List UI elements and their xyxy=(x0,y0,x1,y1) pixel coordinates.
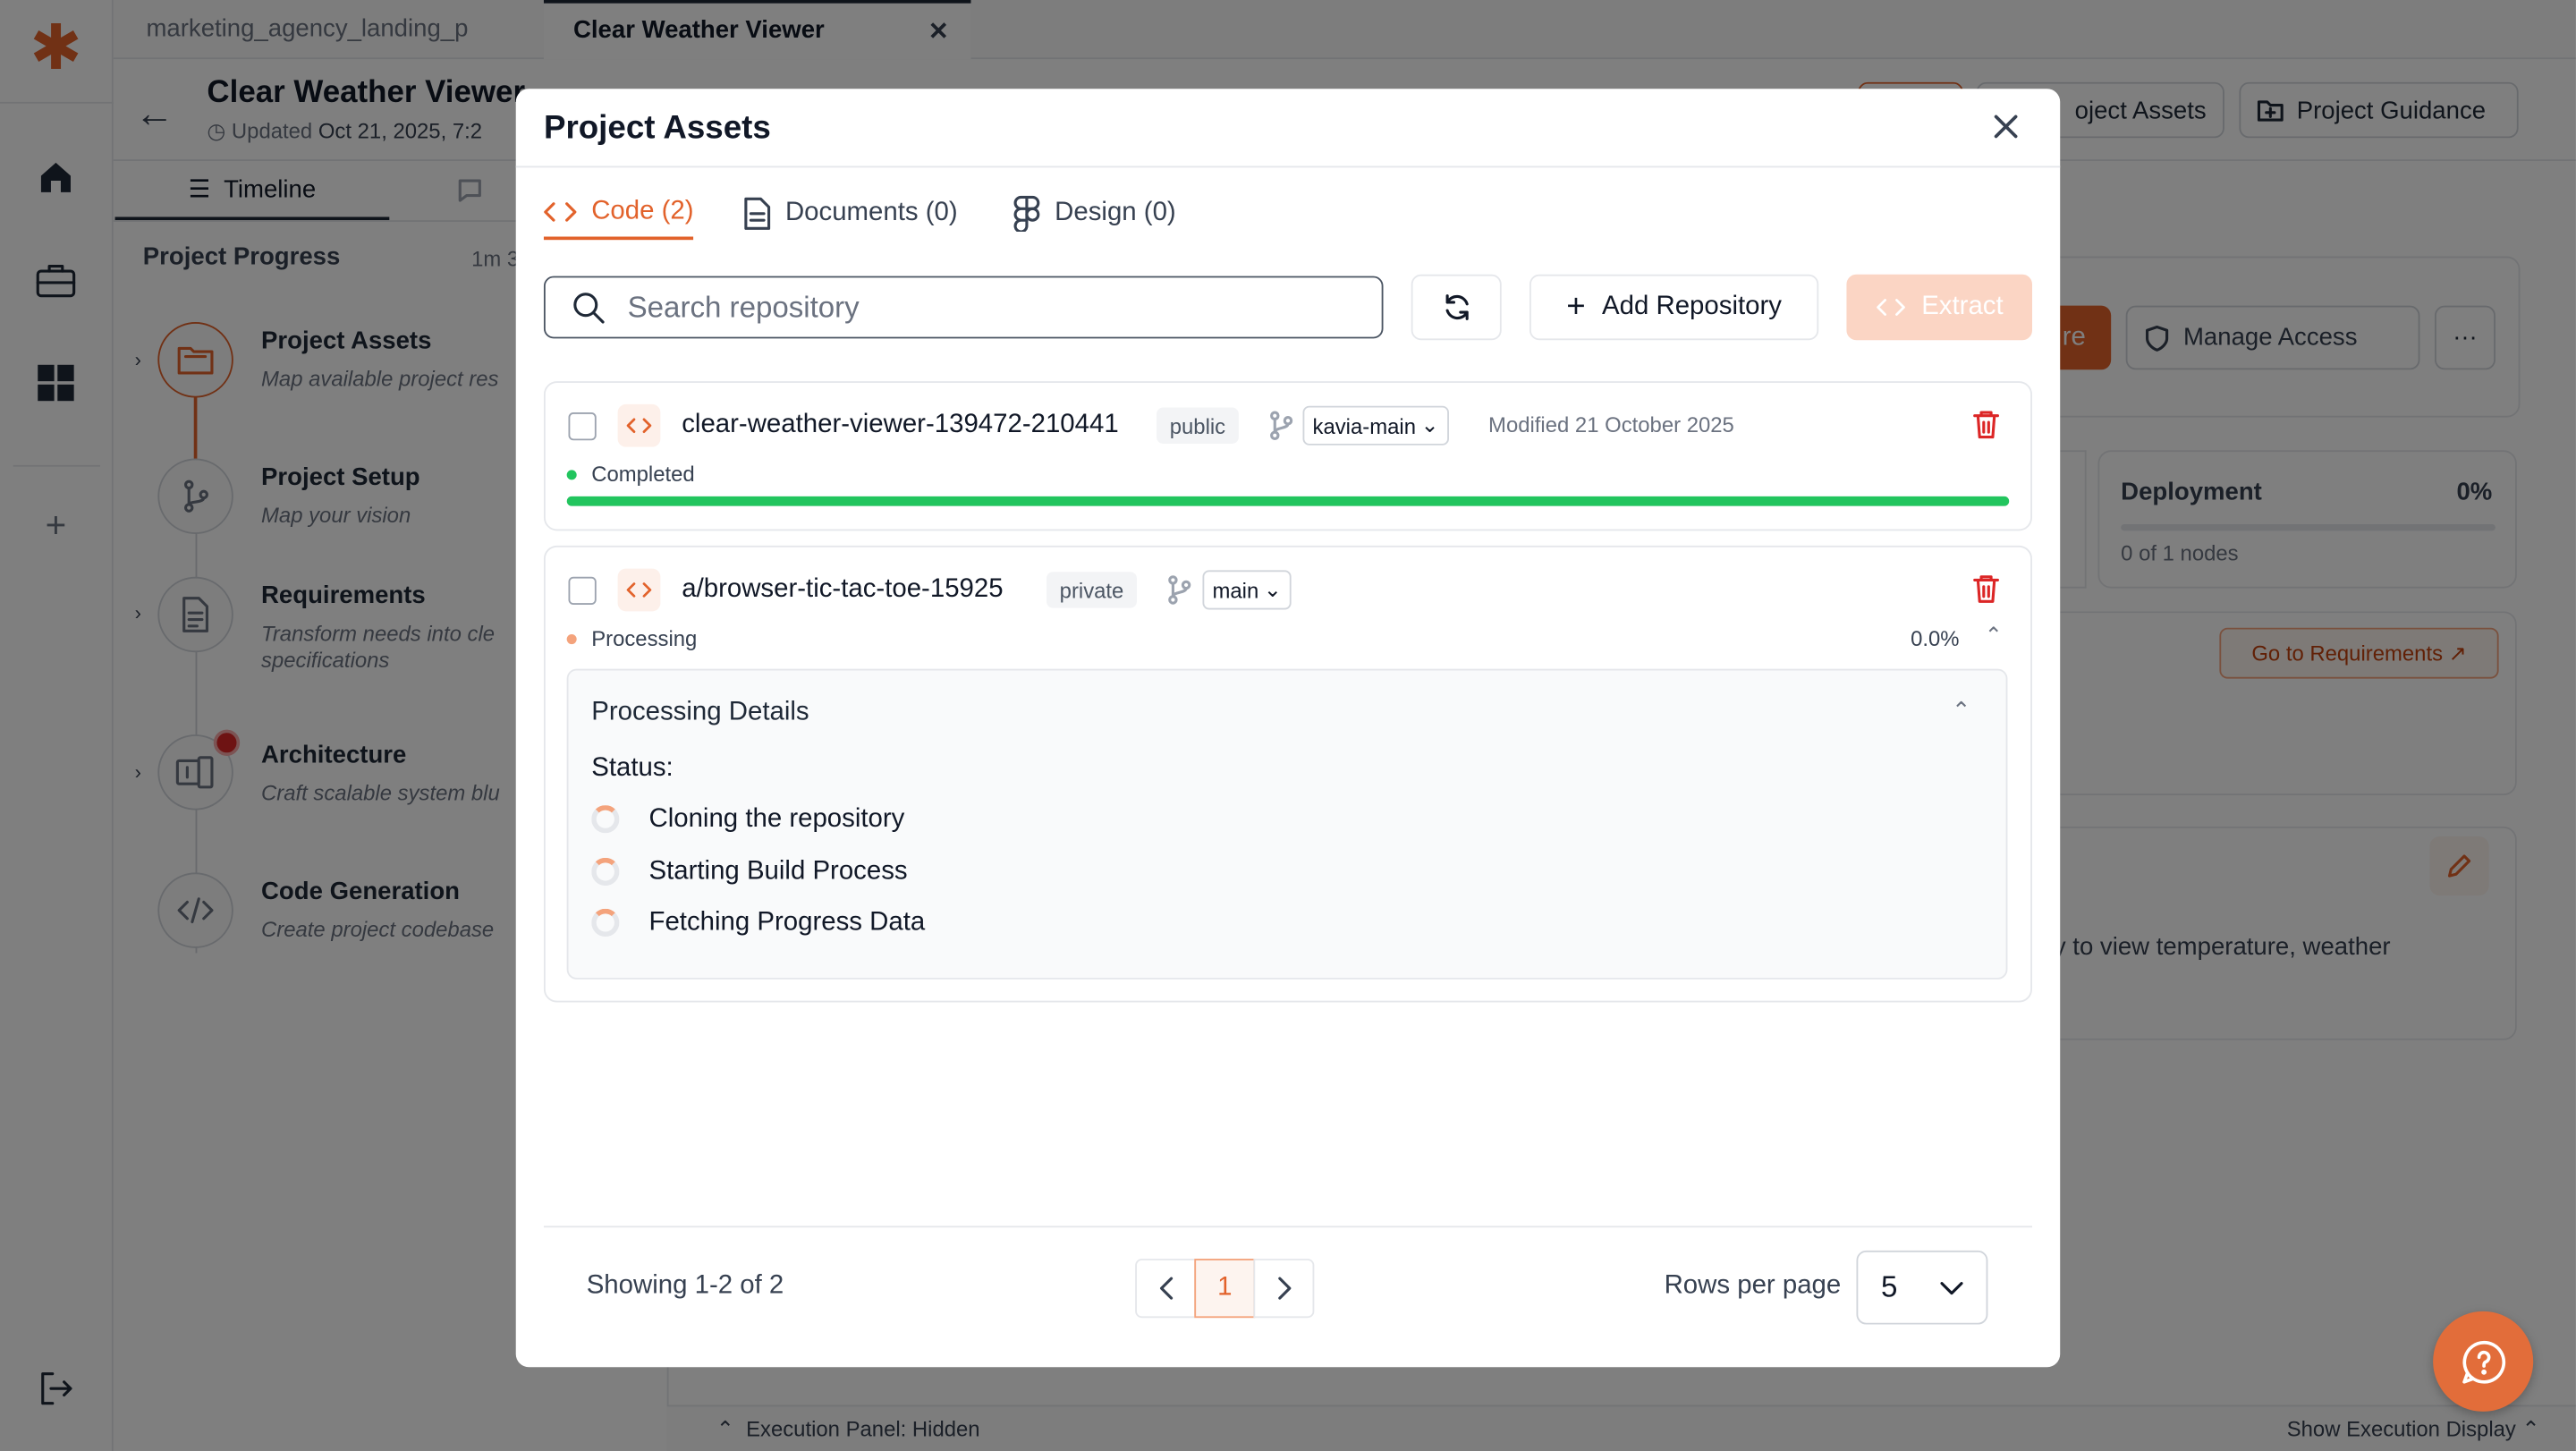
rows-per-page-label: Rows per page xyxy=(1664,1271,1842,1300)
processing-step: Starting Build Process xyxy=(648,857,908,887)
tab-code[interactable]: Code (2) xyxy=(543,187,694,241)
progress-fill xyxy=(566,496,2010,506)
modal-title: Project Assets xyxy=(543,110,771,147)
status-dot xyxy=(566,634,577,645)
add-repository-button[interactable]: + Add Repository xyxy=(1529,274,1819,341)
chevron-down-icon: ⌄ xyxy=(1420,412,1439,437)
tab-design-label: Design (0) xyxy=(1055,199,1176,227)
help-chat-icon xyxy=(2462,1339,2505,1383)
progress-bar xyxy=(566,496,2010,506)
branch-value: kavia-main xyxy=(1312,412,1416,438)
trash-icon[interactable] xyxy=(1973,573,1999,603)
code-icon xyxy=(544,202,577,222)
progress-percent: 0.0% xyxy=(1911,625,1960,651)
close-icon[interactable] xyxy=(1991,112,2021,141)
rows-per-page-select[interactable]: 5 xyxy=(1856,1250,1988,1325)
extract-button[interactable]: Extract xyxy=(1846,274,2032,341)
select-checkbox[interactable] xyxy=(568,576,597,605)
processing-details-panel: Processing Details ⌃ Status: Cloning the… xyxy=(566,668,2008,980)
processing-details-title: Processing Details xyxy=(591,698,809,726)
repository-row: clear-weather-viewer-139472-210441 publi… xyxy=(543,381,2032,531)
branch-value: main xyxy=(1212,577,1259,603)
visibility-badge: public xyxy=(1157,407,1239,444)
chevron-up-icon[interactable]: ⌃ xyxy=(1952,697,1971,725)
visibility-badge: private xyxy=(1046,572,1138,608)
repository-row: a/browser-tic-tac-toe-15925 private main… xyxy=(543,545,2032,1003)
add-repository-label: Add Repository xyxy=(1602,292,1782,321)
git-branch-icon xyxy=(1166,575,1192,605)
tab-documents[interactable]: Documents (0) xyxy=(744,187,958,240)
processing-step: Cloning the repository xyxy=(648,805,905,834)
refresh-icon xyxy=(1445,294,1468,320)
status-dot xyxy=(566,470,577,480)
prev-page-button[interactable] xyxy=(1135,1259,1197,1319)
rows-per-page-value: 5 xyxy=(1881,1269,1898,1303)
git-branch-icon xyxy=(1268,411,1294,441)
loading-spinner-icon xyxy=(591,805,620,834)
search-input[interactable] xyxy=(627,290,1318,325)
code-icon xyxy=(1876,299,1905,316)
branch-select[interactable]: main ⌄ xyxy=(1202,570,1292,610)
page-number-button[interactable]: 1 xyxy=(1194,1259,1256,1319)
extract-label: Extract xyxy=(1921,292,2004,321)
chevron-down-icon: ⌄ xyxy=(1263,576,1282,602)
status-text: Completed xyxy=(591,462,695,487)
code-icon xyxy=(617,403,661,447)
plus-icon: + xyxy=(1566,288,1586,325)
showing-count: Showing 1-2 of 2 xyxy=(586,1271,784,1300)
project-assets-modal: Project Assets Code (2) Documents (0) De… xyxy=(515,89,2061,1368)
tab-code-label: Code (2) xyxy=(591,197,694,225)
figma-icon xyxy=(1013,195,1040,233)
chevron-down-icon xyxy=(1940,1281,1963,1294)
status-text: Processing xyxy=(591,625,698,651)
repository-name: clear-weather-viewer-139472-210441 xyxy=(682,411,1119,439)
tab-design[interactable]: Design (0) xyxy=(1013,187,1176,240)
refresh-button[interactable] xyxy=(1411,274,1502,341)
chevron-left-icon xyxy=(1159,1277,1173,1300)
code-icon xyxy=(617,568,661,612)
trash-icon[interactable] xyxy=(1973,409,1999,439)
status-label: Status: xyxy=(591,754,674,783)
help-chat-button[interactable] xyxy=(2433,1311,2534,1412)
branch-select[interactable]: kavia-main ⌄ xyxy=(1302,405,1449,445)
select-checkbox[interactable] xyxy=(568,412,597,441)
repository-name: a/browser-tic-tac-toe-15925 xyxy=(682,574,1004,604)
search-repository-field[interactable] xyxy=(543,276,1384,339)
processing-step: Fetching Progress Data xyxy=(648,908,926,938)
loading-spinner-icon xyxy=(591,908,620,938)
document-icon xyxy=(744,197,771,230)
collapse-chevron-icon[interactable]: ⌃ xyxy=(1985,623,2003,649)
next-page-button[interactable] xyxy=(1253,1259,1315,1319)
tab-documents-label: Documents (0) xyxy=(784,199,958,227)
chevron-right-icon xyxy=(1277,1277,1291,1300)
modified-date: Modified 21 October 2025 xyxy=(1488,412,1734,437)
modal-divider xyxy=(515,165,2061,168)
loading-spinner-icon xyxy=(591,857,620,887)
footer-divider xyxy=(543,1226,2032,1228)
search-icon xyxy=(573,293,605,324)
